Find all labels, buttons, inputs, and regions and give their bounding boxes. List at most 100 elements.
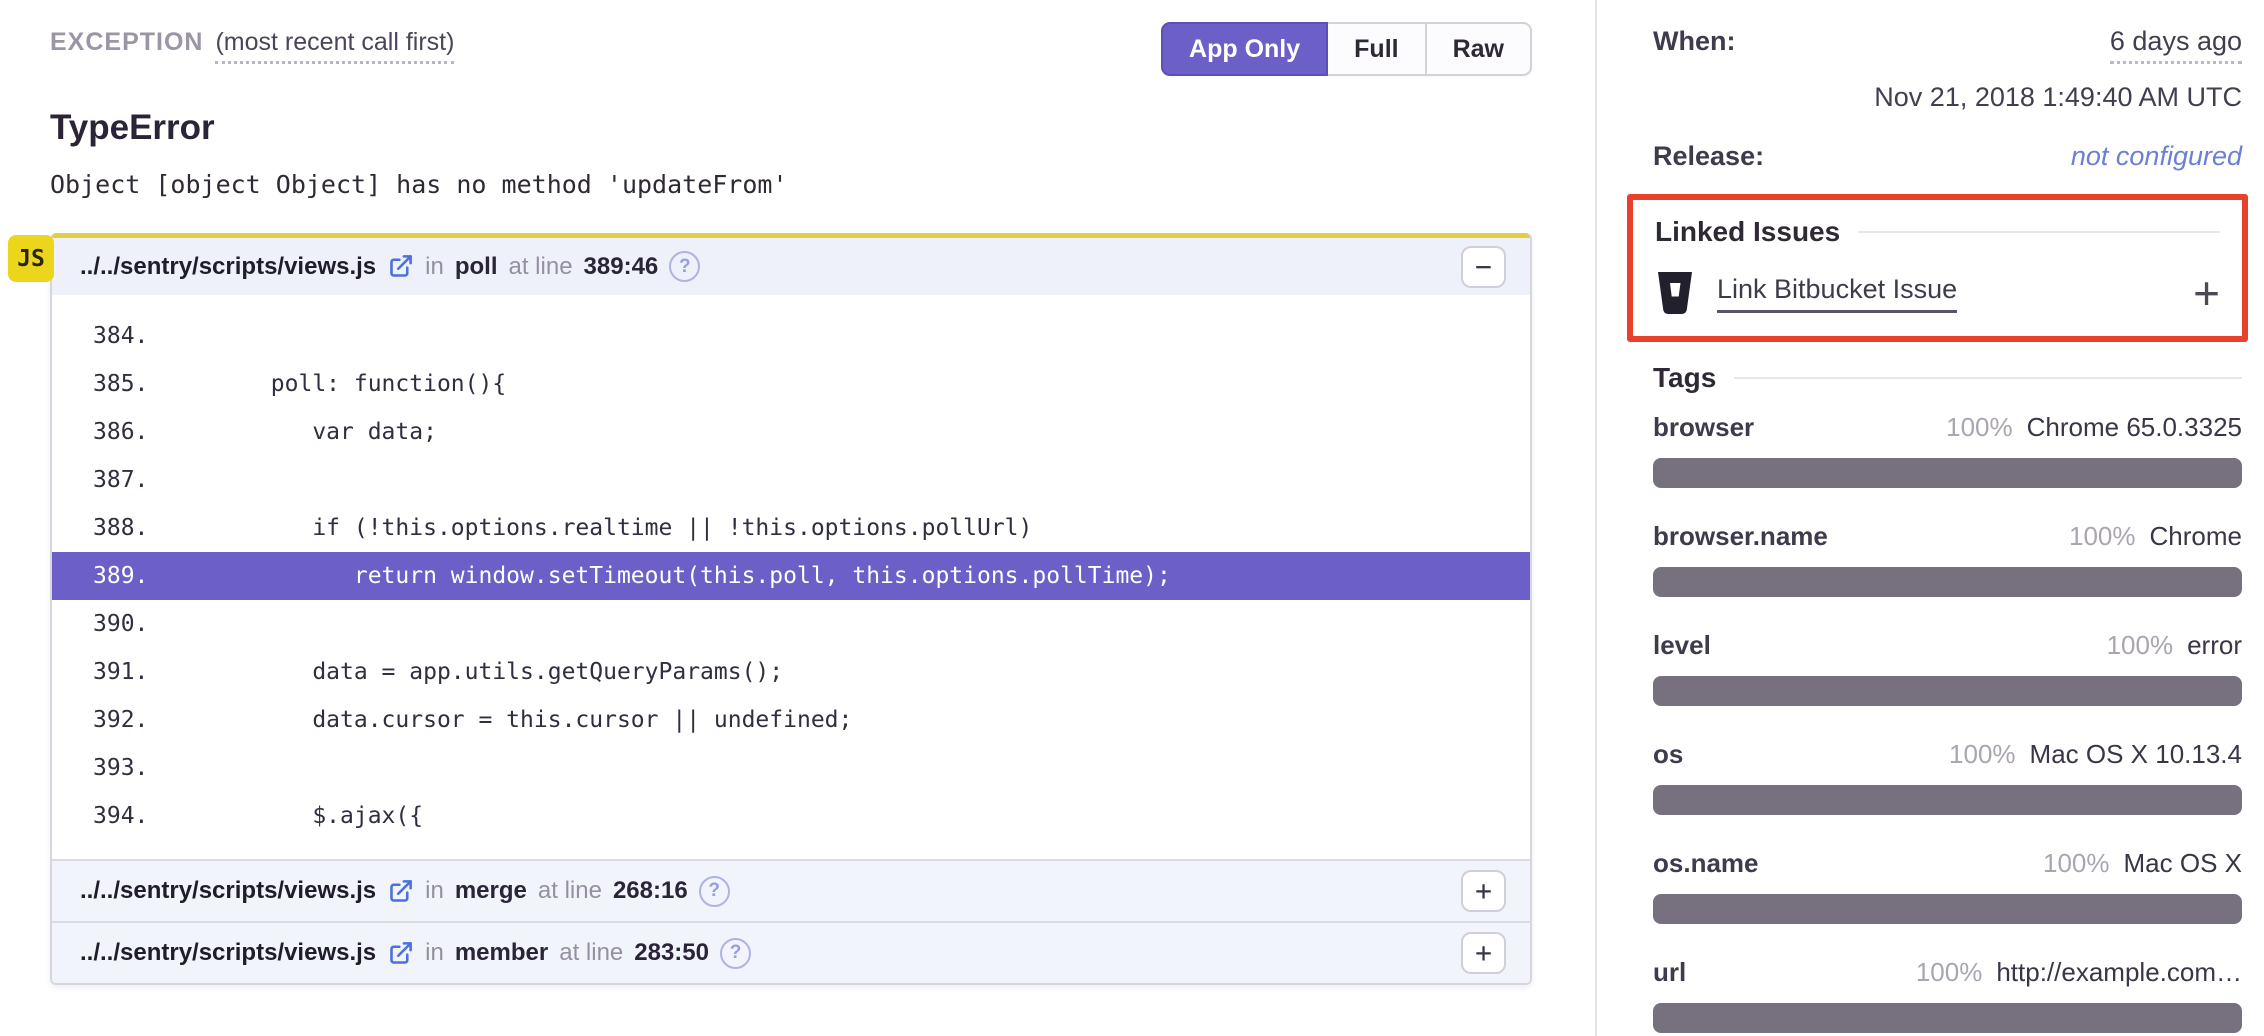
tag-distribution-bar (1653, 676, 2242, 706)
tag-value: Mac OS X 10.13.4 (2030, 739, 2242, 770)
tag-row-level: level 100% error (1653, 630, 2242, 706)
tag-percent: 100% (1949, 739, 2016, 770)
tags-header: Tags (1653, 362, 2242, 394)
frame-line-number: 268:16 (613, 877, 688, 905)
toggle-full-button[interactable]: Full (1328, 22, 1426, 76)
release-label: Release: (1653, 141, 1764, 172)
link-bitbucket-row: Link Bitbucket Issue + (1655, 270, 2220, 316)
in-label: in (425, 877, 444, 905)
tag-row-url: url 100% http://example.com… (1653, 957, 2242, 1033)
tag-value: Chrome 65.0.3325 (2027, 412, 2242, 443)
collapse-frame-button[interactable]: − (1461, 246, 1506, 288)
error-type: TypeError (50, 108, 1532, 148)
help-icon[interactable]: ? (669, 251, 700, 282)
frame-merge-header[interactable]: ../../sentry/scripts/views.js in merge a… (52, 859, 1530, 921)
release-row: Release: not configured (1653, 141, 2242, 172)
tag-distribution-bar (1653, 894, 2242, 924)
frame-poll-header[interactable]: ../../sentry/scripts/views.js in poll at… (52, 233, 1530, 295)
tag-key: os (1653, 739, 1683, 770)
at-line-label: at line (559, 939, 623, 967)
tag-percent: 100% (1916, 957, 1983, 988)
exception-panel: EXCEPTION (most recent call first) App O… (0, 0, 1597, 1036)
expand-frame-button[interactable]: + (1461, 932, 1506, 974)
help-icon[interactable]: ? (720, 938, 751, 969)
frame-line-number: 389:46 (584, 253, 659, 281)
section-rule (1858, 231, 2220, 233)
linked-issues-title: Linked Issues (1655, 216, 1840, 248)
tag-percent: 100% (2043, 848, 2110, 879)
external-link-icon[interactable] (387, 878, 414, 905)
tag-row-os-name: os.name 100% Mac OS X (1653, 848, 2242, 924)
tag-percent: 100% (1946, 412, 2013, 443)
tag-list: browser 100% Chrome 65.0.3325 browser.na… (1653, 412, 2242, 1033)
code-line: 391. data = app.utils.getQueryParams(); (52, 648, 1530, 696)
frame-file-path: ../../sentry/scripts/views.js (80, 877, 376, 905)
tag-percent: 100% (2107, 630, 2174, 661)
code-line: 388. if (!this.options.realtime || !this… (52, 504, 1530, 552)
tag-key: browser.name (1653, 521, 1828, 552)
frame-line-number: 283:50 (634, 939, 709, 967)
code-line: 385. poll: function(){ (52, 360, 1530, 408)
when-relative-time[interactable]: 6 days ago (2110, 26, 2242, 64)
linked-issues-header: Linked Issues (1655, 216, 2220, 248)
frame-file-path: ../../sentry/scripts/views.js (80, 939, 376, 967)
tag-value: http://example.com… (1996, 957, 2242, 988)
stacktrace: JS ../../sentry/scripts/views.js in poll… (50, 233, 1532, 985)
linked-issues-highlight-box: Linked Issues Link Bitbucket Issue + (1627, 194, 2248, 342)
tag-value: error (2187, 630, 2242, 661)
code-line-highlighted: 389. return window.setTimeout(this.poll,… (52, 552, 1530, 600)
code-line: 390. (52, 600, 1530, 648)
code-line: 384. (52, 312, 1530, 360)
event-sidebar: When: 6 days ago Nov 21, 2018 1:49:40 AM… (1597, 0, 2264, 1036)
frame-function: member (455, 939, 548, 967)
code-line: 392. data.cursor = this.cursor || undefi… (52, 696, 1530, 744)
expand-frame-button[interactable]: + (1461, 870, 1506, 912)
platform-js-badge: JS (8, 235, 54, 282)
code-line: 387. (52, 456, 1530, 504)
external-link-icon[interactable] (387, 253, 414, 280)
tag-key: url (1653, 957, 1686, 988)
tag-key: os.name (1653, 848, 1759, 879)
link-bitbucket-issue-link[interactable]: Link Bitbucket Issue (1717, 274, 1957, 313)
release-not-configured-link[interactable]: not configured (2071, 141, 2242, 172)
call-order-tooltip[interactable]: (most recent call first) (215, 28, 454, 64)
bitbucket-icon (1655, 271, 1695, 315)
frame-function: merge (455, 877, 527, 905)
external-link-icon[interactable] (387, 940, 414, 967)
in-label: in (425, 939, 444, 967)
when-row: When: 6 days ago (1653, 26, 2242, 64)
at-line-label: at line (509, 253, 573, 281)
tag-percent: 100% (2069, 521, 2136, 552)
section-rule (1734, 377, 2242, 379)
code-line: 393. (52, 744, 1530, 792)
when-label: When: (1653, 26, 1735, 57)
when-absolute-time: Nov 21, 2018 1:49:40 AM UTC (1653, 82, 2242, 113)
in-label: in (425, 253, 444, 281)
tag-value: Chrome (2150, 521, 2242, 552)
code-context: 384. 385. poll: function(){ 386. var dat… (52, 295, 1530, 859)
exception-title: EXCEPTION (50, 28, 203, 57)
toggle-raw-button[interactable]: Raw (1427, 22, 1532, 76)
tag-key: level (1653, 630, 1711, 661)
code-line: 386. var data; (52, 408, 1530, 456)
frame-file-path: ../../sentry/scripts/views.js (80, 253, 376, 281)
tag-distribution-bar (1653, 458, 2242, 488)
add-linked-issue-button[interactable]: + (2193, 270, 2220, 316)
frame-function: poll (455, 253, 498, 281)
tag-key: browser (1653, 412, 1754, 443)
code-line: 394. $.ajax({ (52, 792, 1530, 840)
tag-distribution-bar (1653, 1003, 2242, 1033)
toggle-app-only-button[interactable]: App Only (1161, 22, 1328, 76)
tag-row-browser-name: browser.name 100% Chrome (1653, 521, 2242, 597)
panel-divider (1595, 0, 1597, 1036)
tags-title: Tags (1653, 362, 1716, 394)
help-icon[interactable]: ? (699, 876, 730, 907)
tag-value: Mac OS X (2124, 848, 2242, 879)
tag-row-os: os 100% Mac OS X 10.13.4 (1653, 739, 2242, 815)
issue-detail-page: EXCEPTION (most recent call first) App O… (0, 0, 2264, 1036)
tag-distribution-bar (1653, 785, 2242, 815)
frame-member-header[interactable]: ../../sentry/scripts/views.js in member … (52, 921, 1530, 983)
tag-distribution-bar (1653, 567, 2242, 597)
tag-row-browser: browser 100% Chrome 65.0.3325 (1653, 412, 2242, 488)
stacktrace-view-toggle: App Only Full Raw (1161, 22, 1532, 76)
